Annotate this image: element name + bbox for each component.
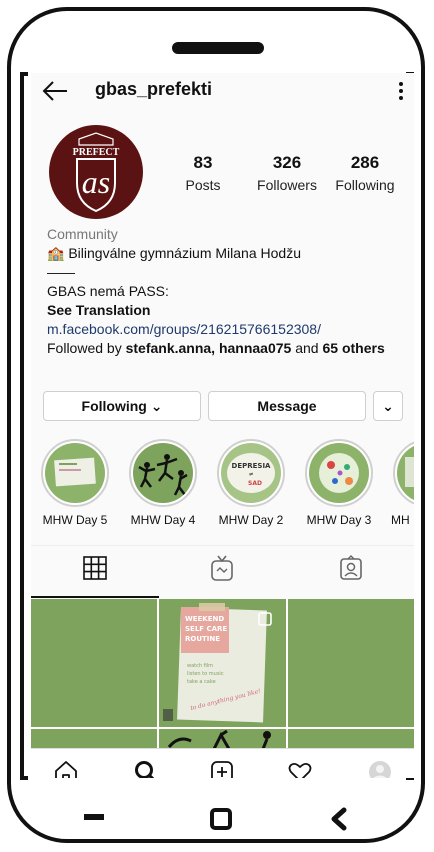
posts-label: Posts xyxy=(185,177,221,193)
speaker-slot xyxy=(172,42,264,54)
post-item-2: listen to music xyxy=(187,671,224,677)
posts-grid: WEEKEND SELF CARE ROUTINE watch film lis… xyxy=(31,599,414,750)
post-title-self-care: SELF CARE xyxy=(185,625,227,633)
highlight-label: MHW Day 4 xyxy=(130,513,196,527)
followed-by-prefix: Followed by xyxy=(47,340,126,356)
search-icon[interactable] xyxy=(133,759,159,778)
profile-tabs xyxy=(31,545,414,598)
followers-label: Followers xyxy=(257,177,317,193)
prefect-crest-logo: PREFECT as xyxy=(73,132,120,213)
home-icon[interactable] xyxy=(53,759,79,778)
highlight-cover-day-5 xyxy=(45,443,105,503)
followers-count: 326 xyxy=(272,153,302,172)
followed-by-and: and xyxy=(291,340,323,356)
highlight-mhw-day-3[interactable]: MHW Day 3 xyxy=(303,439,375,527)
highlight-text-depresia: DEPRESIA xyxy=(232,462,272,470)
followed-by[interactable]: Followed by stefank.anna, hannaa075 and … xyxy=(47,339,407,358)
post-item-1: watch film xyxy=(187,663,213,669)
highlight-mhw-day-5[interactable]: MHW Day 5 xyxy=(39,439,111,527)
grid-icon[interactable] xyxy=(81,554,109,582)
highlight-label: MHW Day 3 xyxy=(306,513,372,527)
posts-count: 83 xyxy=(193,153,213,172)
followed-by-others: 65 others xyxy=(322,340,385,356)
highlight-label: MHW Day 5 xyxy=(42,513,108,527)
highlight-cover-day-3 xyxy=(309,443,369,503)
post-item-3: take a cake xyxy=(187,679,216,685)
followed-by-names: stefank.anna, hannaa075 xyxy=(125,340,292,356)
highlight-label: MHW Day 2 xyxy=(218,513,284,527)
highlight-mhw-day-2[interactable]: DEPRESIA ≠ SAD MHW Day 2 xyxy=(215,439,287,527)
more-vertical-icon[interactable] xyxy=(398,81,404,101)
new-post-icon[interactable] xyxy=(209,759,235,778)
stat-followers[interactable]: 326 Followers xyxy=(249,153,325,197)
stat-following[interactable]: 286 Following xyxy=(329,153,401,197)
bio-line-dash: —— xyxy=(47,264,75,280)
svg-text:PREFECT: PREFECT xyxy=(73,147,120,158)
profile-avatar-icon[interactable] xyxy=(367,759,393,778)
home-button-icon[interactable] xyxy=(209,807,233,831)
svg-text:as: as xyxy=(82,164,110,200)
post-thumbnail[interactable] xyxy=(288,729,414,749)
highlight-cover-day-4 xyxy=(133,443,193,503)
post-title-weekend: WEEKEND xyxy=(185,615,224,623)
post-image-self-care: WEEKEND SELF CARE ROUTINE watch film lis… xyxy=(159,599,286,727)
following-button[interactable]: Following ⌄ xyxy=(43,391,201,421)
recent-apps-icon[interactable] xyxy=(82,807,106,827)
post-thumbnail[interactable] xyxy=(31,729,157,749)
bio-line-pass: GBAS nemá PASS: xyxy=(47,283,169,299)
stat-posts[interactable]: 83 Posts xyxy=(177,153,229,197)
frame-bracket-left xyxy=(20,72,28,780)
bottom-navigation xyxy=(31,748,414,778)
see-translation-link[interactable]: See Translation xyxy=(47,301,407,320)
highlight-text-sad: SAD xyxy=(248,480,262,487)
bio-line-school: 🏫 Bilingválne gymnázium Milana Hodžu xyxy=(47,245,301,261)
following-label: Following xyxy=(335,177,395,193)
post-title-routine: ROUTINE xyxy=(185,635,220,643)
highlight-cover-partial xyxy=(397,443,414,503)
igtv-icon[interactable] xyxy=(208,554,236,582)
activity-heart-icon[interactable] xyxy=(287,759,313,778)
highlight-label: MH xyxy=(391,513,410,527)
back-button-icon[interactable] xyxy=(329,807,349,831)
profile-avatar[interactable]: PREFECT as xyxy=(49,125,143,219)
bio-website-link[interactable]: m.facebook.com/groups/216215766152308/ xyxy=(47,320,407,339)
highlight-cover-day-2: DEPRESIA ≠ SAD xyxy=(221,443,281,503)
screen: gbas_prefekti PREFECT as 83 Posts 326 Fo… xyxy=(31,73,414,778)
post-thumbnail[interactable] xyxy=(31,599,157,727)
highlight-mhw-day-4[interactable]: MHW Day 4 xyxy=(127,439,199,527)
bio-category: Community xyxy=(47,226,118,242)
following-count: 286 xyxy=(350,153,380,172)
tagged-icon[interactable] xyxy=(337,554,365,582)
svg-text:≠: ≠ xyxy=(248,471,253,478)
post-image-figures xyxy=(159,729,286,750)
post-thumbnail-self-care[interactable]: WEEKEND SELF CARE ROUTINE watch film lis… xyxy=(159,599,286,727)
post-thumbnail-figures[interactable] xyxy=(159,729,286,750)
profile-header: gbas_prefekti xyxy=(31,73,414,109)
profile-bio: Community 🏫 Bilingválne gymnázium Milana… xyxy=(47,225,407,358)
post-thumbnail[interactable] xyxy=(288,599,414,727)
active-tab-indicator xyxy=(31,596,159,598)
message-button[interactable]: Message xyxy=(208,391,366,421)
back-arrow-icon[interactable] xyxy=(41,79,69,103)
highlight-mh-partial[interactable]: MH xyxy=(391,439,414,527)
suggestions-dropdown-button[interactable]: ⌄ xyxy=(373,391,403,421)
profile-username: gbas_prefekti xyxy=(95,79,213,99)
